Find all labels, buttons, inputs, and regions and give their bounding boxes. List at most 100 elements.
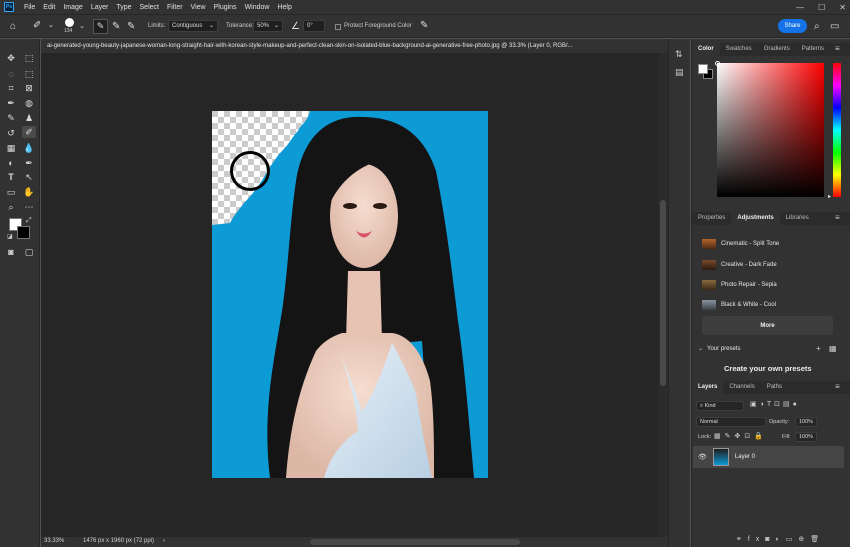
- stamp-tool-icon[interactable]: ♟: [22, 112, 36, 124]
- chevron-down-icon[interactable]: ⌄: [48, 21, 54, 31]
- vertical-scroll-thumb[interactable]: [660, 200, 666, 386]
- tab-libraries[interactable]: Libraries: [780, 212, 815, 225]
- menu-window[interactable]: Window: [241, 4, 274, 11]
- swap-colors-icon[interactable]: ⤢: [26, 217, 32, 225]
- tab-swatches[interactable]: Swatches: [720, 43, 758, 56]
- blur-tool-icon[interactable]: 💧: [22, 142, 36, 154]
- tab-gradients[interactable]: Gradients: [758, 43, 796, 56]
- adjustment-preset-item[interactable]: Photo Repair - Sepia: [702, 278, 842, 292]
- grid-view-icon[interactable]: ▦: [829, 344, 837, 353]
- limits-select[interactable]: Contiguous ⌄: [168, 20, 218, 32]
- menu-file[interactable]: File: [20, 4, 39, 11]
- tab-layers[interactable]: Layers: [692, 381, 724, 394]
- brush-preview-icon[interactable]: [65, 18, 74, 27]
- blend-mode-select[interactable]: Normal: [696, 417, 766, 427]
- panel-menu-icon[interactable]: ≡: [835, 382, 840, 391]
- hue-slider[interactable]: [833, 63, 841, 197]
- menu-layer[interactable]: Layer: [87, 4, 113, 11]
- panel-menu-icon[interactable]: ≡: [835, 213, 840, 222]
- pen-tool-icon[interactable]: ✒: [22, 157, 36, 169]
- history-brush-tool-icon[interactable]: ↺: [4, 127, 18, 139]
- quick-mask-icon[interactable]: ◙: [4, 246, 18, 258]
- crop-tool-icon[interactable]: ⌗: [4, 82, 18, 94]
- home-icon[interactable]: ⌂: [10, 22, 16, 32]
- frame-tool-icon[interactable]: ⊠: [22, 82, 36, 94]
- minimize-icon[interactable]: —: [796, 3, 804, 12]
- lock-icons[interactable]: ▦✎✥⊡🔒: [714, 432, 767, 440]
- fill-input[interactable]: 100%: [795, 432, 817, 442]
- adjustment-preset-item[interactable]: Creative - Dark Fade: [702, 258, 842, 272]
- object-select-tool-icon[interactable]: ⬚: [22, 68, 36, 80]
- adjustment-preset-item[interactable]: Cinematic - Split Tone: [702, 237, 842, 251]
- maximize-icon[interactable]: ☐: [818, 3, 825, 12]
- adjustment-preset-item[interactable]: Black & White - Cool: [702, 298, 842, 312]
- workspace-icon[interactable]: ▭: [830, 22, 839, 32]
- move-tool-icon[interactable]: ✥: [4, 52, 18, 64]
- add-preset-icon[interactable]: +: [816, 344, 821, 353]
- close-icon[interactable]: ✕: [839, 3, 846, 12]
- menu-type[interactable]: Type: [112, 4, 135, 11]
- tab-properties[interactable]: Properties: [692, 212, 731, 225]
- panel-menu-icon[interactable]: ≡: [835, 44, 840, 53]
- path-select-tool-icon[interactable]: ↖: [22, 171, 36, 183]
- chevron-right-icon[interactable]: ›: [163, 538, 165, 544]
- protect-checkbox[interactable]: [335, 24, 341, 30]
- pressure-icon[interactable]: ✎: [127, 22, 135, 32]
- color-field[interactable]: [717, 63, 824, 197]
- lasso-tool-icon[interactable]: ◌: [4, 68, 18, 80]
- hand-tool-icon[interactable]: ✋: [22, 186, 36, 198]
- tab-patterns[interactable]: Patterns: [796, 43, 830, 56]
- background-color-swatch[interactable]: [17, 226, 30, 239]
- layer-filter-kind[interactable]: ⌕ Kind: [696, 401, 744, 411]
- menu-filter[interactable]: Filter: [163, 4, 187, 11]
- your-presets-label[interactable]: Your presets: [707, 346, 740, 352]
- visibility-eye-icon[interactable]: 👁: [698, 453, 707, 461]
- search-icon[interactable]: ⌕: [814, 22, 820, 32]
- menu-help[interactable]: Help: [273, 4, 295, 11]
- menu-plugins[interactable]: Plugins: [210, 4, 241, 11]
- magic-eraser-tool-icon[interactable]: ✐: [33, 21, 41, 31]
- tab-channels[interactable]: Channels: [723, 381, 760, 394]
- eraser-tool-icon[interactable]: ✐: [22, 126, 36, 138]
- brush-settings-icon[interactable]: ✎: [112, 22, 120, 32]
- horizontal-scroll-thumb[interactable]: [310, 539, 520, 545]
- share-button[interactable]: Share: [778, 19, 807, 33]
- hue-slider-handle[interactable]: ▸: [828, 193, 831, 200]
- color-foreground-swatch[interactable]: [698, 64, 708, 74]
- artboard-tool-icon[interactable]: ⬚: [22, 52, 36, 64]
- zoom-tool-icon[interactable]: ⌕: [4, 201, 18, 213]
- menu-image[interactable]: Image: [59, 4, 86, 11]
- brush-tool-icon[interactable]: ✎: [4, 112, 18, 124]
- history-panel-icon[interactable]: ⇅: [675, 49, 683, 60]
- layer-row[interactable]: 👁 Layer 0: [693, 446, 844, 468]
- type-tool-icon[interactable]: T: [4, 171, 18, 183]
- dodge-tool-icon[interactable]: ◐: [4, 157, 18, 169]
- chevron-down-icon[interactable]: ⌄: [79, 22, 85, 32]
- chevron-down-icon[interactable]: ⌄: [698, 345, 703, 352]
- brush-mode-icon[interactable]: ✎: [93, 19, 108, 34]
- opacity-input[interactable]: 100%: [795, 417, 817, 427]
- healing-brush-tool-icon[interactable]: ◍: [22, 97, 36, 109]
- color-picker-handle[interactable]: [715, 61, 720, 66]
- comments-panel-icon[interactable]: ▤: [675, 67, 684, 78]
- menu-view[interactable]: View: [187, 4, 210, 11]
- document-tab[interactable]: ai-generated-young-beauty-japanese-woman…: [41, 39, 671, 53]
- tolerance-input[interactable]: 50% ⌄: [253, 20, 283, 32]
- shape-tool-icon[interactable]: ▭: [4, 186, 18, 198]
- menu-select[interactable]: Select: [136, 4, 163, 11]
- eyedropper-tool-icon[interactable]: ✒: [4, 97, 18, 109]
- pressure-brush-icon[interactable]: ✎: [420, 21, 428, 31]
- tab-paths[interactable]: Paths: [761, 381, 788, 394]
- layer-footer-icons[interactable]: ⚭fx◙◐▭⊕🗑: [736, 535, 825, 543]
- angle-input[interactable]: 0°: [303, 20, 325, 32]
- gradient-tool-icon[interactable]: ▦: [4, 142, 18, 154]
- menu-edit[interactable]: Edit: [39, 4, 59, 11]
- default-colors-icon[interactable]: ◪: [7, 233, 13, 240]
- screen-mode-icon[interactable]: ▢: [22, 246, 36, 258]
- layer-filter-icons[interactable]: ▣◑T⊡▤●: [750, 400, 800, 408]
- more-tools-icon[interactable]: ⋯: [22, 201, 36, 213]
- zoom-level[interactable]: 33.33%: [44, 538, 64, 544]
- tab-adjustments[interactable]: Adjustments: [731, 212, 780, 225]
- tab-color[interactable]: Color: [692, 43, 720, 56]
- more-presets-button[interactable]: More: [702, 316, 833, 335]
